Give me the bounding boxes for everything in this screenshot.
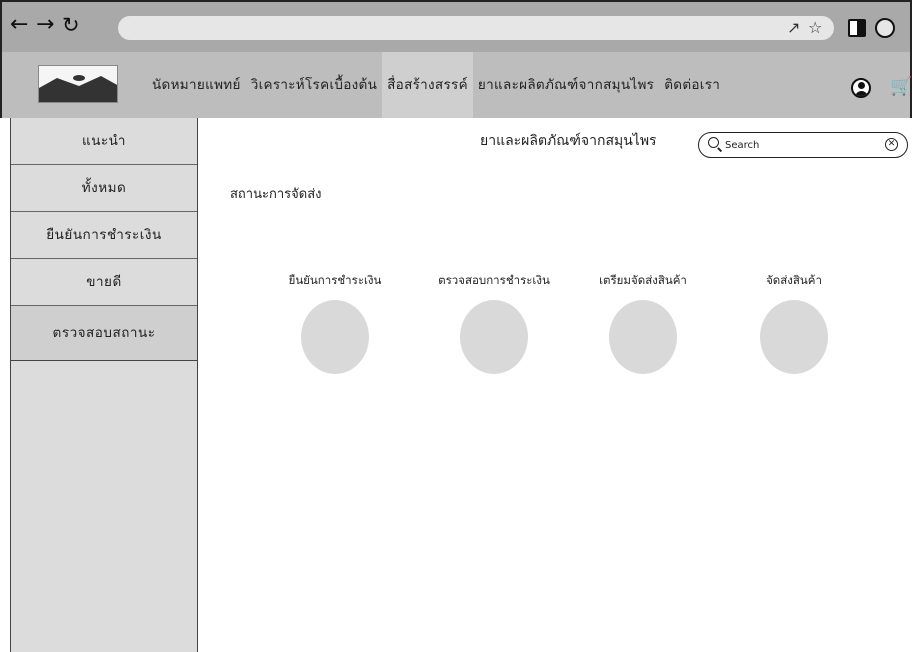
sidebar-item-recommended[interactable]: แนะนำ: [11, 118, 197, 165]
menu-item-diagnosis[interactable]: วิเคราะห์โรคเบื้องต้น: [246, 52, 382, 118]
forward-arrow-icon[interactable]: →: [36, 14, 54, 36]
search-input[interactable]: [725, 136, 865, 154]
step-label: จัดส่งสินค้า: [766, 273, 822, 287]
more-vertical-icon[interactable]: ⋮: [905, 15, 912, 39]
sidebar-item-check-status[interactable]: ตรวจสอบสถานะ: [11, 306, 197, 361]
step-indicator-circle: [609, 300, 677, 374]
step-indicator-circle: [460, 300, 528, 374]
site-header: นัดหมายแพทย์ วิเคราะห์โรคเบื้องต้น สื่อส…: [0, 52, 912, 118]
sidebar: แนะนำ ทั้งหมด ยืนยันการชำระเงิน ขายดี ตร…: [10, 118, 198, 652]
menu-item-herbal-products[interactable]: ยาและผลิตภัณฑ์จากสมุนไพร: [473, 52, 659, 118]
star-icon[interactable]: ☆: [808, 16, 822, 40]
menu-item-contact[interactable]: ติดต่อเรา: [659, 52, 725, 118]
page-title: ยาและผลิตภัณฑ์จากสมุนไพร: [480, 133, 657, 149]
sidebar-item-payment-confirm[interactable]: ยืนยันการชำระเงิน: [11, 212, 197, 259]
cart-icon[interactable]: 🛒: [890, 76, 912, 98]
main-menu: นัดหมายแพทย์ วิเคราะห์โรคเบื้องต้น สื่อส…: [147, 52, 725, 118]
browser-toolbar: ← → ↻ ↗ ☆ ⋮: [0, 0, 912, 52]
reload-icon[interactable]: ↻: [62, 14, 80, 36]
menu-item-creative-media[interactable]: สื่อสร้างสรรค์: [382, 52, 473, 118]
back-arrow-icon[interactable]: ←: [10, 14, 28, 36]
status-step-shipped: จัดส่งสินค้า: [724, 272, 864, 374]
account-circle-icon[interactable]: [851, 78, 871, 98]
step-indicator-circle: [760, 300, 828, 374]
step-indicator-circle: [301, 300, 369, 374]
step-label: ตรวจสอบการชำระเงิน: [438, 273, 550, 287]
status-step-preparing-shipment: เตรียมจัดส่งสินค้า: [573, 272, 713, 374]
logo-image-placeholder[interactable]: [38, 65, 118, 103]
shipping-status-label: สถานะการจัดส่ง: [230, 187, 322, 202]
status-step-payment-verification: ตรวจสอบการชำระเงิน: [424, 272, 564, 374]
sidebar-item-all[interactable]: ทั้งหมด: [11, 165, 197, 212]
side-panel-icon[interactable]: [848, 19, 866, 37]
profile-icon[interactable]: [875, 18, 895, 38]
share-icon[interactable]: ↗: [787, 16, 800, 40]
sidebar-item-best-seller[interactable]: ขายดี: [11, 259, 197, 306]
address-bar[interactable]: [118, 16, 834, 40]
status-step-payment-confirmed: ยืนยันการชำระเงิน: [265, 272, 405, 374]
mountain-image-icon: [39, 75, 117, 102]
menu-item-appointment[interactable]: นัดหมายแพทย์: [147, 52, 246, 118]
search-icon: [708, 137, 719, 148]
search-box[interactable]: ✕: [698, 132, 908, 158]
step-label: เตรียมจัดส่งสินค้า: [599, 273, 687, 287]
step-label: ยืนยันการชำระเงิน: [288, 273, 382, 287]
clear-icon[interactable]: ✕: [885, 138, 898, 151]
